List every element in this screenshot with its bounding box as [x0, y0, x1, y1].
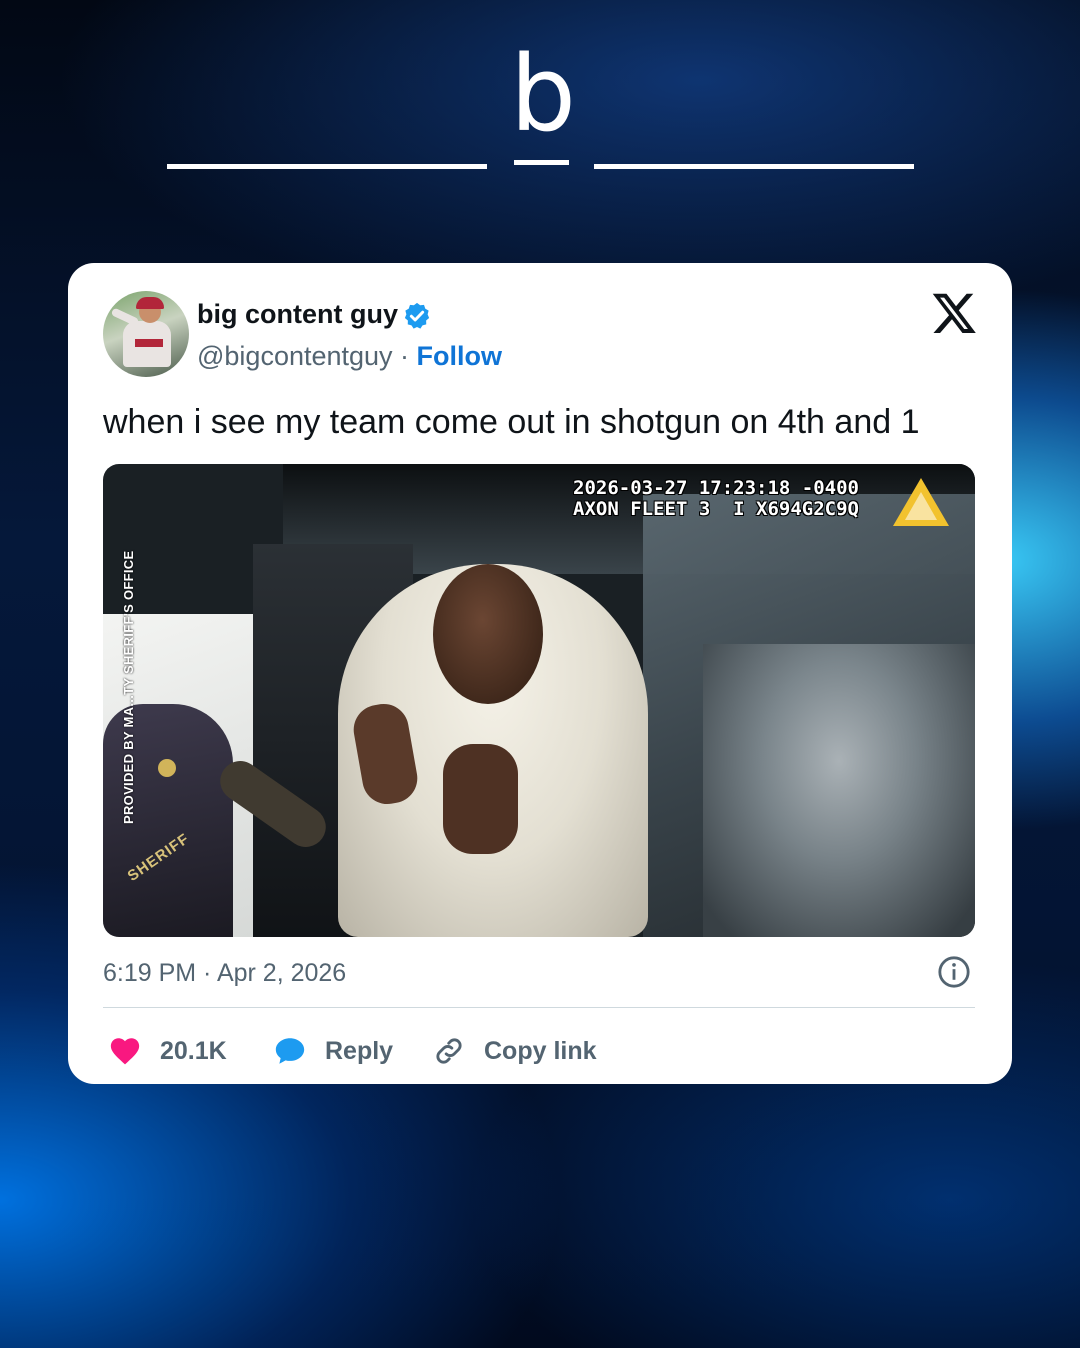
heart-icon — [110, 1038, 140, 1065]
cruiser-seat — [703, 644, 975, 937]
follow-button[interactable]: Follow — [417, 341, 502, 371]
handle-row: @bigcontentguy · Follow — [197, 341, 502, 372]
tweet-timestamp[interactable]: 6:19 PM · Apr 2, 2026 — [103, 959, 346, 988]
divider — [103, 1007, 975, 1008]
media-credit: PROVIDED BY MA...TY SHERIFF'S OFFICE — [121, 550, 136, 824]
like-count: 20.1K — [160, 1036, 227, 1065]
like-button[interactable]: 20.1K — [108, 1031, 227, 1071]
person-face — [433, 564, 543, 704]
brand-header: b — [0, 42, 1080, 182]
camera-overlay: 2026-03-27 17:23:18 -0400 AXON FLEET 3 I… — [573, 477, 859, 520]
verified-badge-icon — [404, 302, 430, 329]
link-icon — [436, 1038, 462, 1064]
brand-rule-right — [594, 164, 914, 169]
brand-logo: b — [509, 33, 576, 155]
copy-link-button[interactable]: Copy link — [432, 1031, 597, 1071]
display-name[interactable]: big content guy — [197, 299, 398, 330]
brand-logo-underline — [514, 160, 569, 165]
info-icon[interactable] — [937, 955, 971, 989]
axon-logo-icon — [893, 478, 949, 526]
copy-link-label: Copy link — [484, 1036, 597, 1065]
speech-bubble-icon — [275, 1038, 305, 1064]
reply-label: Reply — [325, 1036, 394, 1065]
avatar[interactable] — [103, 291, 189, 377]
x-logo-icon[interactable] — [932, 291, 976, 335]
handle-separator: · — [392, 341, 417, 371]
reply-button[interactable]: Reply — [273, 1031, 393, 1071]
handle[interactable]: @bigcontentguy — [197, 341, 393, 371]
brand-rule-left — [167, 164, 487, 169]
person-hand-right — [443, 744, 518, 854]
tweet-card: big content guy @bigcontentguy · Follow … — [68, 263, 1012, 1084]
officer-badge — [158, 759, 176, 777]
tweet-text: when i see my team come out in shotgun o… — [103, 403, 920, 441]
tweet-media[interactable]: SHERIFF PROVIDED BY MA...TY SHERIFF'S OF… — [103, 464, 975, 937]
